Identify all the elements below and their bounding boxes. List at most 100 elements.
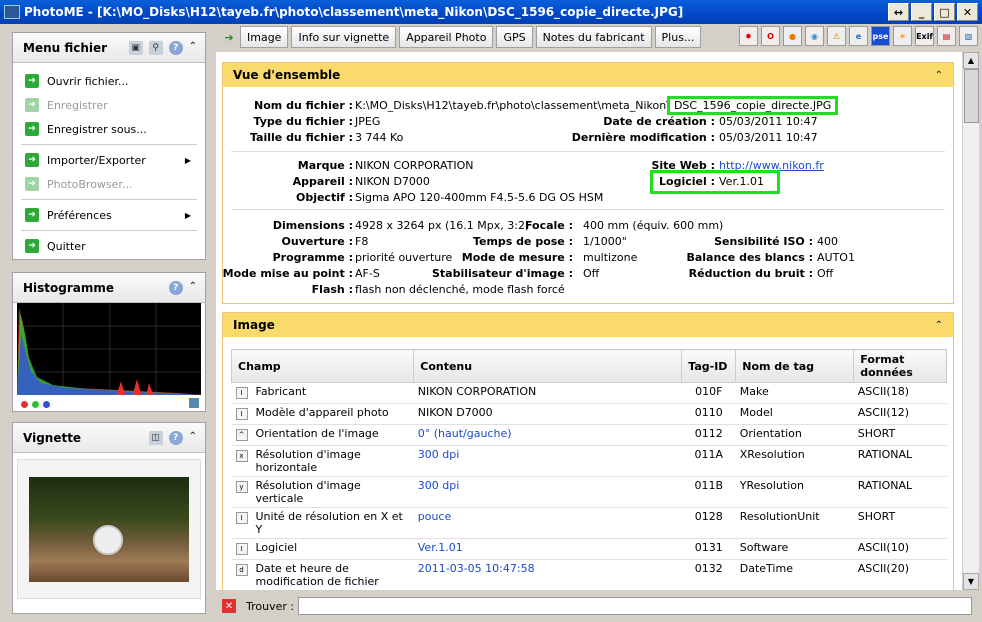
table-row[interactable]: d Date et heure de modification de fichie… — [231, 559, 947, 590]
filetype-value: JPEG — [355, 115, 381, 128]
program-label: Programme : — [272, 251, 353, 264]
scroll-thumb[interactable] — [964, 69, 979, 123]
blue-channel-toggle[interactable] — [43, 400, 50, 408]
column-header[interactable]: Champ — [230, 349, 415, 383]
menu-open-file[interactable]: ➔ Ouvrir fichier... — [13, 69, 205, 93]
find-input[interactable] — [298, 597, 972, 615]
camera-value: NIKON D7000 — [355, 175, 430, 188]
menu-label: Enregistrer sous... — [47, 122, 147, 136]
overview-header[interactable]: Vue d'ensemble ⌃ — [223, 63, 953, 87]
help-icon[interactable]: ? — [168, 41, 183, 55]
dock-icon[interactable]: ▣ — [128, 41, 143, 55]
cell-content: 2011-03-05 10:47:58 — [413, 559, 682, 590]
cell-format: ASCII(18) — [853, 382, 947, 404]
opera-icon[interactable]: O — [761, 26, 780, 46]
scroll-up-icon[interactable]: ▲ — [963, 52, 979, 69]
noise-reduction-value: Off — [817, 267, 834, 280]
resize-icon[interactable]: ◫ — [148, 431, 163, 445]
collapse-icon[interactable]: ⌃ — [189, 281, 197, 295]
software-label: Logiciel : — [659, 175, 715, 188]
help-icon[interactable]: ? — [168, 431, 183, 445]
column-header[interactable]: Format données — [853, 349, 947, 383]
menu-photobrowser[interactable]: ➔ PhotoBrowser... — [13, 172, 205, 196]
table-row[interactable]: I Fabricant NIKON CORPORATION 010F Make ASCII… — [231, 382, 947, 404]
title-bar: PhotoME - [K:\MO_Disks\H12\tayeb.fr\phot… — [0, 0, 982, 24]
filetype-label: Type du fichier : — [253, 115, 353, 128]
image-header[interactable]: Image ⌃ — [223, 313, 953, 337]
table-row[interactable]: I Modèle d'appareil photo NIKON D7000 0110 M… — [231, 403, 947, 425]
tab-camera[interactable]: Appareil Photo — [399, 26, 494, 48]
collapse-icon[interactable]: ⌃ — [189, 41, 197, 55]
picture-icon[interactable]: ▨ — [959, 26, 978, 46]
column-header[interactable]: Tag-ID — [681, 349, 737, 383]
main-content: Vue d'ensemble ⌃ Nom du fichier : K:\MO_… — [216, 52, 962, 590]
restore-icon[interactable]: ↔ — [888, 3, 909, 21]
menu-label: Importer/Exporter — [47, 153, 146, 167]
go-arrow-icon[interactable]: ➔ — [222, 30, 236, 44]
metering-label: Mode de mesure : — [461, 251, 573, 264]
chrome-icon[interactable]: ◉ — [805, 26, 824, 46]
exif-icon[interactable]: Exif — [915, 26, 934, 46]
collapse-icon[interactable]: ⌃ — [935, 70, 943, 81]
table-row[interactable]: I Unité de résolution en X et Ypouce 0128 R… — [231, 507, 947, 539]
cell-tag-id: 0110 — [681, 403, 736, 425]
tab-more[interactable]: Plus... — [654, 26, 702, 48]
table-row[interactable]: x Résolution d'image horizontale 300 dpi 01… — [231, 445, 947, 477]
histogram-header: Histogramme ? ⌃ — [13, 273, 205, 303]
warning-icon[interactable]: ⚠ — [827, 26, 846, 46]
thumbnail-panel: Vignette ◫ ? ⌃ — [12, 422, 206, 614]
close-button[interactable]: ✕ — [957, 3, 978, 21]
menu-quit[interactable]: ➔ Quitter — [13, 234, 205, 258]
collapse-icon[interactable]: ⌃ — [935, 320, 943, 331]
ie-icon[interactable]: e — [849, 26, 868, 46]
cell-tag-id: 011A — [681, 445, 736, 477]
histogram-panel: Histogramme ? ⌃ — [12, 272, 206, 412]
nikon-icon[interactable]: ✸ — [739, 26, 758, 46]
aperture-value: F8 — [355, 235, 369, 248]
vertical-scrollbar[interactable]: ▲ ▼ — [962, 52, 979, 590]
menu-label: Quitter — [47, 239, 86, 253]
tab-thumbnail-info[interactable]: Info sur vignette — [291, 26, 397, 48]
red-channel-toggle[interactable] — [21, 400, 28, 408]
table-row[interactable]: ^ Orientation de l'image 0° (haut/gauche) 0… — [231, 424, 947, 446]
histogram-mode-icon[interactable] — [189, 398, 199, 408]
table-row[interactable]: y Résolution d'image verticale 300 dpi 011B… — [231, 476, 947, 508]
menu-save-as[interactable]: ➔ Enregistrer sous... — [13, 117, 205, 141]
table-row[interactable]: I Logiciel Ver.1.01 0131 Software ASCII(10) — [231, 538, 947, 560]
cell-field: Résolution d'image horizontale — [251, 445, 414, 477]
search-icon[interactable]: ⚲ — [148, 41, 163, 55]
cell-tag-id: 010F — [681, 382, 736, 404]
menu-import-export[interactable]: ➔ Importer/Exporter ▶ — [13, 148, 205, 172]
cell-tag-name: Make — [735, 382, 854, 404]
collapse-icon[interactable]: ⌃ — [189, 431, 197, 445]
website-link[interactable]: http://www.nikon.fr — [719, 159, 824, 172]
chart-icon[interactable]: ▤ — [937, 26, 956, 46]
camera-label: Appareil : — [292, 175, 353, 188]
menu-preferences[interactable]: ➔ Préférences ▶ — [13, 203, 205, 227]
column-header[interactable]: Contenu — [413, 349, 683, 383]
arrow-right-icon: ➔ — [25, 239, 39, 253]
thumbnail-image — [29, 476, 189, 582]
divider — [231, 209, 945, 210]
menu-save[interactable]: ➔ Enregistrer — [13, 93, 205, 117]
stabilizer-value: Off — [583, 267, 600, 280]
menu-separator — [21, 230, 197, 231]
website-label: Site Web : — [651, 159, 715, 172]
pse-icon[interactable]: pse — [871, 26, 890, 46]
tab-image[interactable]: Image — [240, 26, 289, 48]
firefox-icon[interactable]: ● — [783, 26, 802, 46]
close-find-icon[interactable]: ✕ — [222, 599, 236, 613]
sun-icon[interactable]: ☀ — [893, 26, 912, 46]
green-channel-toggle[interactable] — [32, 400, 39, 408]
cell-content: pouce — [413, 507, 682, 539]
tab-gps[interactable]: GPS — [496, 26, 533, 48]
column-header[interactable]: Nom de tag — [735, 349, 855, 383]
minimize-button[interactable]: _ — [911, 3, 932, 21]
help-icon[interactable]: ? — [168, 281, 183, 295]
file-menu-header: Menu fichier ▣ ⚲ ? ⌃ — [13, 33, 205, 63]
scroll-down-icon[interactable]: ▼ — [963, 573, 979, 590]
divider — [231, 151, 945, 152]
maximize-button[interactable]: □ — [934, 3, 955, 21]
tab-maker-notes[interactable]: Notes du fabricant — [535, 26, 652, 48]
menu-label: Préférences — [47, 208, 112, 222]
